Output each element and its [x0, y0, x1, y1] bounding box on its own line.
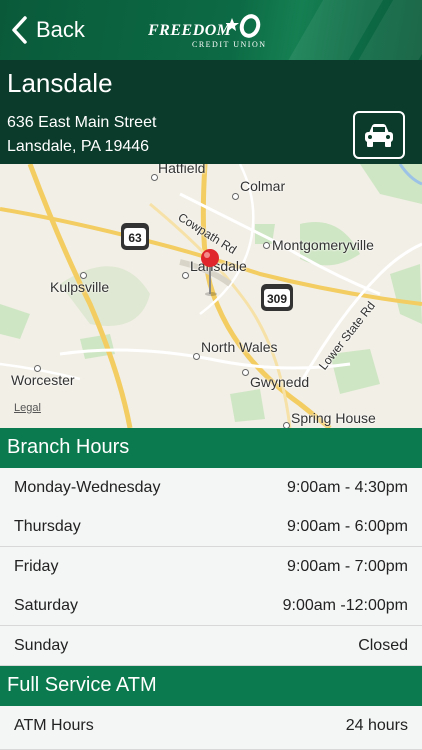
car-icon	[365, 124, 393, 147]
branch-map[interactable]: Hatfield Colmar Cowpath Rd Montgomeryvil…	[0, 164, 422, 428]
route-309-shield-icon: 309	[261, 284, 293, 311]
hours-row: Friday 9:00am - 7:00pm	[0, 547, 422, 587]
branch-name: Lansdale	[7, 68, 113, 98]
hours-day: Thursday	[14, 518, 81, 535]
hours-row: Monday-Wednesday 9:00am - 4:30pm	[0, 468, 422, 508]
hours-day: Monday-Wednesday	[14, 479, 161, 496]
map-town-marker	[182, 272, 189, 279]
map-label-montgomeryville: Montgomeryville	[272, 237, 374, 253]
atm-label: ATM Hours	[14, 717, 94, 734]
atm-value: 24 hours	[345, 717, 408, 734]
hours-row: Saturday 9:00am -12:00pm	[0, 586, 422, 626]
hours-day: Saturday	[14, 597, 79, 614]
map-label-spring-house: Spring House	[291, 410, 376, 426]
freedom-credit-union-logo: FREEDOM CREDIT UNION	[148, 14, 278, 50]
hours-time: 9:00am - 4:30pm	[287, 479, 408, 496]
map-label-worcester: Worcester	[11, 372, 75, 388]
route-309-label: 309	[267, 292, 287, 306]
logo-subtext: CREDIT UNION	[192, 40, 267, 49]
hours-time: 9:00am -12:00pm	[282, 597, 408, 614]
map-label-colmar: Colmar	[240, 178, 286, 194]
map-town-marker	[80, 272, 87, 279]
back-label: Back	[36, 17, 85, 42]
hours-row: Sunday Closed	[0, 626, 422, 666]
nav-bar: Back FREEDOM CREDIT UNION	[0, 0, 422, 60]
route-63-label: 63	[128, 231, 142, 245]
back-button[interactable]: Back	[10, 12, 85, 48]
map-legal-link[interactable]: Legal	[14, 402, 41, 414]
hours-time: Closed	[358, 637, 408, 654]
logo-mark-icon	[226, 14, 261, 38]
map-town-marker	[34, 365, 41, 372]
map-town-marker	[242, 369, 249, 376]
map-label-hatfield: Hatfield	[158, 164, 206, 176]
map-label-north-wales: North Wales	[201, 339, 278, 355]
hours-day: Sunday	[14, 637, 69, 654]
hours-time: 9:00am - 6:00pm	[287, 518, 408, 535]
branch-header: Lansdale 636 East Main Street Lansdale, …	[0, 60, 422, 164]
hours-time: 9:00am - 7:00pm	[287, 558, 408, 575]
atm-row: ATM Hours 24 hours	[0, 706, 422, 750]
directions-button[interactable]	[353, 111, 405, 159]
map-town-marker	[232, 193, 239, 200]
map-town-marker	[151, 174, 158, 181]
hours-row: Thursday 9:00am - 6:00pm	[0, 507, 422, 547]
logo-text: FREEDOM	[148, 22, 232, 39]
map-label-kulpsville: Kulpsville	[50, 279, 110, 295]
map-town-marker	[193, 353, 200, 360]
location-pin-icon[interactable]	[199, 248, 221, 298]
map-town-marker	[263, 242, 270, 249]
branch-hours-header: Branch Hours	[0, 428, 422, 468]
route-63-shield-icon: 63	[121, 223, 149, 250]
hours-day: Friday	[14, 558, 59, 575]
address-line2: Lansdale, PA 19446	[7, 138, 150, 155]
chevron-left-icon	[12, 16, 27, 44]
map-label-gwynedd: Gwynedd	[250, 374, 310, 390]
full-service-atm-header: Full Service ATM	[0, 666, 422, 706]
address-line1: 636 East Main Street	[7, 114, 157, 131]
